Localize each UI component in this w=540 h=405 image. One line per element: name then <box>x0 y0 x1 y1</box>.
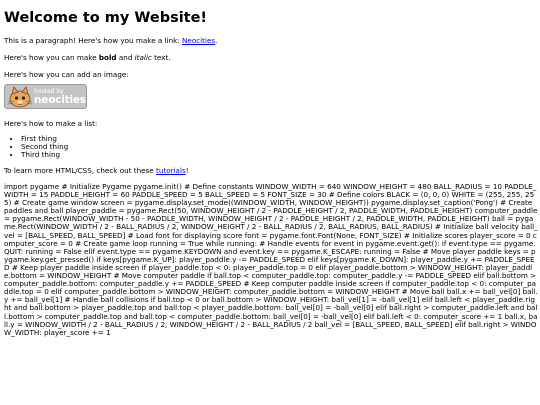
formatting-paragraph: Here's how you can make bold and italic … <box>4 53 536 62</box>
intro-text: This is a paragraph! Here's how you make… <box>4 36 183 45</box>
badge-label: hosted by neocities <box>34 88 86 106</box>
thing-list: First thing Second thing Third thing <box>4 135 536 159</box>
badge-big-text: neocities <box>34 94 86 106</box>
neocities-cat-icon <box>7 86 33 108</box>
formatting-text-and: and <box>116 53 135 62</box>
tutorials-link[interactable]: tutorials <box>156 166 186 175</box>
bold-text: bold <box>98 53 117 62</box>
intro-paragraph: This is a paragraph! Here's how you make… <box>4 36 536 45</box>
list-item: Third thing <box>21 151 536 159</box>
formatting-text-end: text. <box>151 53 171 62</box>
list-item: Second thing <box>21 143 536 151</box>
page: Welcome to my Website! This is a paragra… <box>0 0 540 405</box>
intro-period: . <box>215 36 218 45</box>
page-title: Welcome to my Website! <box>4 10 208 26</box>
neocities-link[interactable]: Neocities <box>182 36 215 45</box>
tutorials-paragraph: To learn more HTML/CSS, check out these … <box>4 166 536 175</box>
image-paragraph: Here's how you can add an image: <box>4 70 129 79</box>
pygame-code-text: import pygame # Initialize Pygame pygame… <box>4 182 538 337</box>
formatting-text-start: Here's how you can make <box>4 53 99 62</box>
list-item: First thing <box>21 135 536 143</box>
tutorials-text: To learn more HTML/CSS, check out these <box>4 166 157 175</box>
hosted-by-neocities-badge[interactable]: hosted by neocities <box>4 84 87 109</box>
badge-container: hosted by neocities <box>4 84 536 111</box>
italic-text: italic <box>134 53 152 62</box>
list-paragraph: Here's how to make a list: <box>4 119 98 128</box>
tutorials-exclamation: ! <box>185 166 189 175</box>
